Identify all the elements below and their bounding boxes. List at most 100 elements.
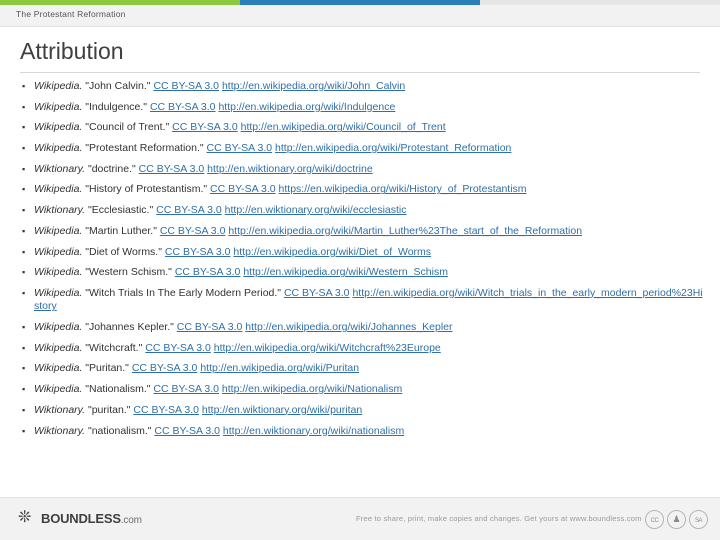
bullet-icon: ▪ bbox=[22, 287, 26, 298]
entry-source: Wiktionary. bbox=[34, 403, 86, 416]
entry-work-title: "doctrine." bbox=[87, 162, 136, 175]
entry-license-link[interactable]: CC BY-SA 3.0 bbox=[153, 383, 219, 395]
bullet-icon: ▪ bbox=[22, 322, 26, 333]
attribution-entry: ▪ Wikipedia. "Puritan." CC BY-SA 3.0 http… bbox=[20, 362, 704, 376]
bullet-icon: ▪ bbox=[22, 384, 26, 395]
bullet-icon: ▪ bbox=[22, 225, 26, 236]
entry-work-title: "Council of Trent." bbox=[85, 121, 170, 134]
bullet-icon: ▪ bbox=[22, 143, 26, 154]
entry-license-link[interactable]: CC BY-SA 3.0 bbox=[165, 246, 231, 258]
entry-url-link[interactable]: http://en.wikipedia.org/wiki/John_Calvin bbox=[222, 80, 405, 92]
entry-url-link[interactable]: http://en.wikipedia.org/wiki/Martin_Luth… bbox=[228, 225, 582, 237]
entry-work-title: "John Calvin." bbox=[85, 80, 151, 92]
brand-name-text: BOUNDLESS bbox=[41, 510, 121, 526]
entry-url-link[interactable]: http://en.wikipedia.org/wiki/Witchcraft%… bbox=[214, 342, 441, 354]
entry-url-link[interactable]: http://en.wikipedia.org/wiki/Nationalism bbox=[222, 383, 402, 395]
entry-source: Wikipedia. bbox=[34, 341, 83, 354]
bullet-icon: ▪ bbox=[22, 163, 26, 174]
entry-license-link[interactable]: CC BY-SA 3.0 bbox=[207, 142, 273, 154]
attribution-entry: ▪ Wikipedia. "Witchcraft." CC BY-SA 3.0 h… bbox=[20, 342, 704, 356]
attribution-list: ▪ Wikipedia. "John Calvin." CC BY-SA 3.0 … bbox=[20, 80, 704, 445]
bullet-icon: ▪ bbox=[22, 81, 26, 91]
bullet-icon: ▪ bbox=[22, 184, 26, 195]
entry-license-link[interactable]: CC BY-SA 3.0 bbox=[160, 225, 226, 237]
attribution-entry: ▪ Wikipedia. "John Calvin." CC BY-SA 3.0 … bbox=[20, 80, 704, 94]
entry-source: Wikipedia. bbox=[34, 286, 83, 299]
entry-work-title: "Witchcraft." bbox=[85, 341, 143, 354]
bullet-icon: ▪ bbox=[22, 246, 26, 257]
entry-url-link[interactable]: http://en.wikipedia.org/wiki/Council_of_… bbox=[241, 121, 446, 133]
bullet-icon: ▪ bbox=[22, 267, 26, 278]
attribution-entry: ▪ Wiktionary. "Ecclesiastic." CC BY-SA 3.… bbox=[20, 204, 704, 218]
entry-source: Wikipedia. bbox=[34, 142, 83, 155]
entry-url-link[interactable]: http://en.wiktionary.org/wiki/ecclesiast… bbox=[225, 204, 407, 216]
cc-logo-icon: CC bbox=[645, 510, 664, 529]
entry-url-link[interactable]: http://en.wikipedia.org/wiki/Diet_of_Wor… bbox=[233, 246, 431, 258]
entry-work-title: "Indulgence." bbox=[85, 100, 148, 113]
entry-license-link[interactable]: CC BY-SA 3.0 bbox=[172, 121, 238, 133]
brand-name: BOUNDLESS.com bbox=[41, 511, 142, 526]
slide-header: The Protestant Reformation bbox=[0, 5, 720, 27]
entry-work-title: "Ecclesiastic." bbox=[87, 204, 154, 217]
entry-source: Wiktionary. bbox=[34, 162, 86, 175]
entry-license-link[interactable]: CC BY-SA 3.0 bbox=[156, 204, 222, 216]
attribution-entry: ▪ Wiktionary. "doctrine." CC BY-SA 3.0 ht… bbox=[20, 163, 704, 177]
entry-url-link[interactable]: http://en.wiktionary.org/wiki/nationalis… bbox=[223, 425, 404, 437]
entry-work-title: "Puritan." bbox=[85, 362, 129, 375]
entry-url-link[interactable]: http://en.wiktionary.org/wiki/doctrine bbox=[207, 163, 373, 175]
entry-license-link[interactable]: CC BY-SA 3.0 bbox=[153, 80, 219, 92]
entry-url-link[interactable]: http://en.wiktionary.org/wiki/puritan bbox=[202, 404, 362, 416]
entry-work-title: "History of Protestantism." bbox=[85, 183, 208, 196]
entry-source: Wikipedia. bbox=[34, 80, 83, 92]
entry-source: Wikipedia. bbox=[34, 245, 83, 258]
entry-url-link[interactable]: http://en.wikipedia.org/wiki/Puritan bbox=[200, 362, 359, 374]
entry-license-link[interactable]: CC BY-SA 3.0 bbox=[175, 266, 241, 278]
brand-suffix-text: .com bbox=[120, 514, 142, 526]
cc-by-icon: ♟ bbox=[667, 510, 686, 529]
entry-source: Wikipedia. bbox=[34, 321, 83, 334]
entry-work-title: "Western Schism." bbox=[85, 266, 172, 279]
boundless-mark-icon: ❊ bbox=[18, 509, 32, 526]
deck-title: The Protestant Reformation bbox=[16, 9, 126, 19]
bullet-icon: ▪ bbox=[22, 101, 26, 112]
attribution-entry: ▪ Wikipedia. "Diet of Worms." CC BY-SA 3.… bbox=[20, 246, 704, 260]
cc-sa-icon: SA bbox=[689, 510, 708, 529]
entry-license-link[interactable]: CC BY-SA 3.0 bbox=[145, 342, 211, 354]
bullet-icon: ▪ bbox=[22, 425, 26, 436]
entry-work-title: "Diet of Worms." bbox=[85, 245, 162, 258]
entry-license-link[interactable]: CC BY-SA 3.0 bbox=[210, 183, 276, 195]
entry-work-title: "Protestant Reformation." bbox=[85, 142, 204, 155]
entry-license-link[interactable]: CC BY-SA 3.0 bbox=[132, 362, 198, 374]
entry-license-link[interactable]: CC BY-SA 3.0 bbox=[133, 404, 199, 416]
entry-license-link[interactable]: CC BY-SA 3.0 bbox=[150, 101, 216, 113]
page-title: Attribution bbox=[20, 38, 124, 64]
title-divider bbox=[20, 72, 700, 73]
creative-commons-icons: CC ♟ SA bbox=[645, 510, 708, 529]
entry-source: Wikipedia. bbox=[34, 183, 83, 196]
entry-url-link[interactable]: https://en.wikipedia.org/wiki/History_of… bbox=[279, 183, 527, 195]
attribution-entry: ▪ Wikipedia. "Witch Trials In The Early M… bbox=[20, 287, 704, 314]
entry-url-link[interactable]: http://en.wikipedia.org/wiki/Johannes_Ke… bbox=[245, 321, 452, 333]
attribution-entry: ▪ Wikipedia. "Protestant Reformation." CC… bbox=[20, 142, 704, 156]
slide-footer: ❊ BOUNDLESS.com Free to share, print, ma… bbox=[0, 497, 720, 540]
entry-url-link[interactable]: http://en.wikipedia.org/wiki/Western_Sch… bbox=[243, 266, 448, 278]
attribution-entry: ▪ Wiktionary. "puritan." CC BY-SA 3.0 htt… bbox=[20, 404, 704, 418]
entry-url-link[interactable]: http://en.wikipedia.org/wiki/Protestant_… bbox=[275, 142, 511, 154]
bullet-icon: ▪ bbox=[22, 404, 26, 415]
attribution-entry: ▪ Wikipedia. "Martin Luther." CC BY-SA 3.… bbox=[20, 225, 704, 239]
bullet-icon: ▪ bbox=[22, 205, 26, 216]
entry-source: Wikipedia. bbox=[34, 100, 83, 113]
slide: The Protestant Reformation Attribution ▪… bbox=[0, 0, 720, 540]
attribution-entry: ▪ Wikipedia. "History of Protestantism." … bbox=[20, 183, 704, 197]
entry-source: Wiktionary. bbox=[34, 424, 86, 437]
entry-license-link[interactable]: CC BY-SA 3.0 bbox=[177, 321, 243, 333]
entry-work-title: "Martin Luther." bbox=[85, 224, 157, 237]
entry-license-link[interactable]: CC BY-SA 3.0 bbox=[139, 163, 205, 175]
entry-work-title: "nationalism." bbox=[87, 424, 152, 437]
entry-license-link[interactable]: CC BY-SA 3.0 bbox=[284, 287, 350, 299]
entry-source: Wikipedia. bbox=[34, 224, 83, 237]
entry-url-link[interactable]: http://en.wikipedia.org/wiki/Indulgence bbox=[218, 101, 395, 113]
attribution-entry: ▪ Wikipedia. "Johannes Kepler." CC BY-SA … bbox=[20, 321, 704, 335]
entry-source: Wikipedia. bbox=[34, 121, 83, 134]
entry-license-link[interactable]: CC BY-SA 3.0 bbox=[154, 425, 220, 437]
